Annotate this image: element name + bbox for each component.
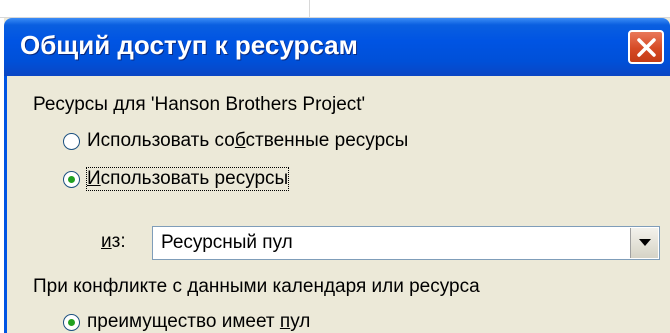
radio-selected-dot	[68, 319, 75, 326]
chevron-down-icon	[639, 239, 651, 246]
radio-use-pool-resources[interactable]	[63, 171, 80, 188]
access-key: И	[87, 168, 101, 189]
resource-pool-select-value: Ресурсный пул	[161, 232, 293, 253]
resource-pool-select[interactable]: Ресурсный пул	[152, 226, 660, 260]
radio-pool-takes-precedence-label[interactable]: преимущество имеет пул	[87, 311, 310, 333]
title-bar[interactable]: Общий доступ к ресурсам	[4, 18, 670, 76]
access-key: б	[234, 130, 246, 151]
close-button[interactable]	[628, 30, 664, 64]
radio-use-own-resources-label[interactable]: Использовать собственные ресурсы	[87, 130, 408, 152]
label-text: Использовать со	[87, 130, 235, 151]
access-key: и	[101, 231, 112, 252]
radio-use-own-resources[interactable]	[63, 133, 80, 150]
label-text: преимущество имеет	[87, 311, 280, 332]
radio-pool-takes-precedence[interactable]	[63, 314, 80, 331]
from-label: из:	[101, 231, 126, 253]
label-text: з:	[111, 231, 126, 252]
background-worksheet	[0, 0, 670, 18]
radio-use-pool-resources-label[interactable]: Использовать ресурсы	[85, 167, 290, 191]
dialog-title: Общий доступ к ресурсам	[20, 30, 358, 60]
access-key: п	[279, 311, 291, 332]
label-text: спользовать ресурсы	[100, 168, 289, 189]
close-icon	[637, 38, 656, 57]
radio-selected-dot	[68, 176, 75, 183]
label-text: ственные ресурсы	[245, 130, 409, 151]
grid-line	[309, 0, 310, 18]
dialog-body: Ресурсы для 'Hanson Brothers Project' Ис…	[4, 76, 670, 333]
share-resources-dialog: Общий доступ к ресурсам Ресурсы для 'Han…	[4, 18, 670, 333]
conflict-group-label: При конфликте с данными календаря или ре…	[33, 276, 480, 297]
label-text: ул	[290, 311, 311, 332]
resources-group-label: Ресурсы для 'Hanson Brothers Project'	[33, 94, 366, 115]
dropdown-button[interactable]	[630, 228, 658, 258]
